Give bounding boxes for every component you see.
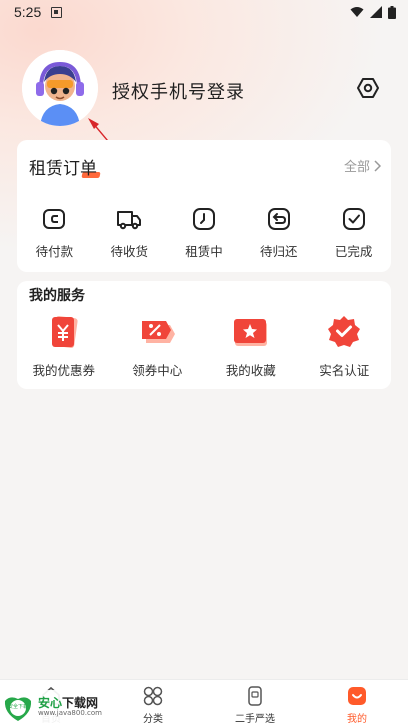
check-icon (342, 208, 365, 230)
chevron-right-icon (374, 159, 381, 172)
order-item-label: 待收货 (110, 244, 148, 259)
order-item-renting[interactable]: 租赁中 (167, 206, 242, 264)
orders-title-highlight: 单 (80, 159, 97, 179)
watermark-text: 安心下载网 www.java800.com (38, 697, 102, 717)
watermark-title-dark: 下载网 (62, 696, 99, 711)
profile-icon (348, 687, 366, 705)
service-item-coupons[interactable]: 我的优惠券 (17, 313, 111, 379)
service-item-label: 领券中心 (132, 363, 183, 378)
battery-icon (388, 5, 396, 19)
wallet-icon (43, 209, 66, 229)
order-item-completed[interactable]: 已完成 (316, 206, 391, 264)
tab-secondhand[interactable]: 二手严选 (204, 680, 306, 725)
order-item-label: 已完成 (334, 244, 373, 259)
rental-orders-card: 租赁订单 全部 待付款 待收货 租赁中 待归还 已完成 (17, 140, 391, 272)
orders-title: 租赁订单 (29, 154, 97, 179)
order-item-pending-return[interactable]: 待归还 (241, 206, 316, 264)
tab-category[interactable]: 分类 (102, 680, 204, 725)
my-services-card: 我的服务 我的优惠券 领券中心 我的收藏 实名认证 (17, 281, 391, 389)
order-item-label: 租赁中 (185, 244, 223, 259)
order-status-row: 待付款 待收货 租赁中 待归还 已完成 (17, 206, 391, 264)
secondhand-icon (248, 686, 262, 706)
order-item-pending-receipt[interactable]: 待收货 (92, 206, 167, 264)
watermark-badge-text: 安全下载 (8, 703, 28, 710)
truck-icon (117, 211, 142, 230)
orders-title-text: 租赁订单 (29, 159, 97, 179)
clock-icon (192, 208, 215, 230)
favorite-icon (233, 319, 267, 346)
avatar[interactable] (22, 50, 98, 126)
settings-icon[interactable] (356, 76, 380, 100)
service-item-label: 我的优惠券 (32, 363, 95, 378)
order-item-pending-payment[interactable]: 待付款 (17, 206, 92, 264)
watermark-title: 安心下载网 (38, 697, 102, 710)
tab-profile[interactable]: 我的 (306, 680, 408, 725)
tab-label: 我的 (347, 714, 367, 725)
avatar-character-icon (22, 50, 98, 126)
signal-icon (370, 6, 382, 18)
login-prompt[interactable]: 授权手机号登录 (112, 78, 245, 104)
verify-icon (328, 316, 361, 347)
wifi-icon (350, 7, 364, 17)
service-item-label: 实名认证 (319, 363, 370, 378)
order-item-label: 待付款 (35, 244, 74, 259)
shield-heart-icon: 安全下载 (4, 697, 32, 721)
services-title: 我的服务 (29, 288, 85, 304)
status-bar: 5:25 (0, 0, 408, 24)
orders-all-label: 全部 (343, 160, 370, 175)
tab-label: 二手严选 (235, 714, 275, 725)
watermark-logo: 安全下载 安心下载网 www.java800.com (2, 690, 106, 724)
watermark-url: www.java800.com (38, 708, 102, 717)
service-item-favorites[interactable]: 我的收藏 (204, 313, 298, 379)
service-item-label: 我的收藏 (225, 363, 276, 378)
orders-view-all[interactable]: 全部 (344, 156, 381, 175)
notification-icon (51, 6, 63, 18)
order-item-label: 待归还 (260, 244, 298, 259)
category-icon (143, 686, 163, 706)
discount-icon (142, 321, 176, 343)
service-item-coupon-center[interactable]: 领券中心 (111, 313, 205, 379)
coupon-icon (51, 316, 78, 348)
return-icon (267, 208, 290, 230)
watermark-title-green: 安心 (38, 696, 63, 711)
service-item-real-name-auth[interactable]: 实名认证 (298, 313, 392, 379)
status-time: 5:25 (14, 4, 42, 20)
services-row: 我的优惠券 领券中心 我的收藏 实名认证 (17, 313, 391, 379)
tab-label: 分类 (143, 714, 163, 725)
